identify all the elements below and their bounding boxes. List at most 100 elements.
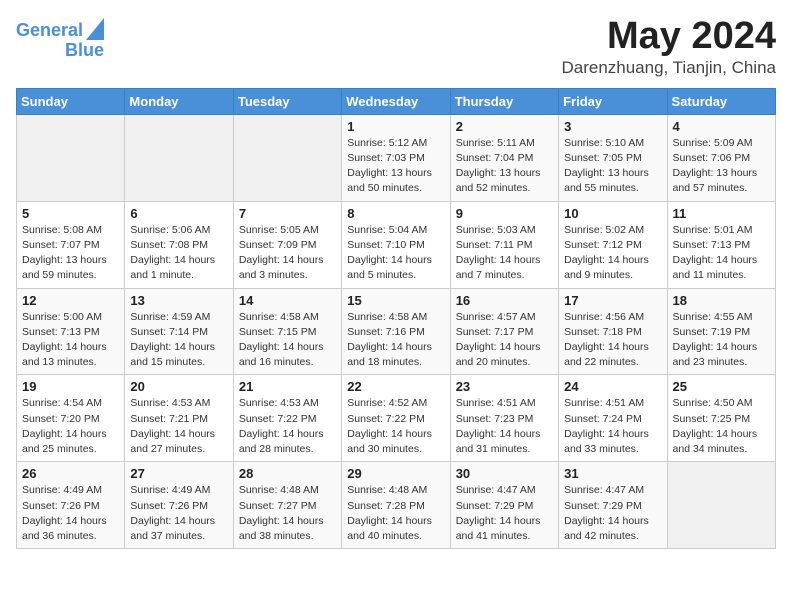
day-number: 16 — [456, 293, 553, 308]
day-number: 29 — [347, 466, 444, 481]
page-header: General Blue May 2024 Darenzhuang, Tianj… — [16, 16, 776, 78]
day-info: Sunrise: 5:01 AM Sunset: 7:13 PM Dayligh… — [673, 223, 770, 284]
day-info: Sunrise: 4:56 AM Sunset: 7:18 PM Dayligh… — [564, 310, 661, 371]
calendar-cell: 10Sunrise: 5:02 AM Sunset: 7:12 PM Dayli… — [559, 201, 667, 288]
calendar-cell: 6 Sunrise: 5:06 AM Sunset: 7:08 PM Daylig… — [125, 201, 233, 288]
calendar-cell: 11 Sunrise: 5:01 AM Sunset: 7:13 PM Dayli… — [667, 201, 775, 288]
weekday-header-sunday: Sunday — [17, 88, 125, 114]
day-info: Sunrise: 5:09 AM Sunset: 7:06 PM Dayligh… — [673, 136, 770, 197]
day-info: Sunrise: 5:00 AM Sunset: 7:13 PM Dayligh… — [22, 310, 119, 371]
calendar-cell: 15 Sunrise: 4:58 AM Sunset: 7:16 PM Dayli… — [342, 288, 450, 375]
calendar-week-5: 26Sunrise: 4:49 AM Sunset: 7:26 PM Dayli… — [17, 462, 776, 549]
day-number: 1 — [347, 119, 444, 134]
day-number: 14 — [239, 293, 336, 308]
day-number: 22 — [347, 379, 444, 394]
day-info: Sunrise: 4:51 AM Sunset: 7:23 PM Dayligh… — [456, 396, 553, 457]
calendar-cell: 30Sunrise: 4:47 AM Sunset: 7:29 PM Dayli… — [450, 462, 558, 549]
calendar-week-4: 19 Sunrise: 4:54 AM Sunset: 7:20 PM Dayli… — [17, 375, 776, 462]
weekday-header-tuesday: Tuesday — [233, 88, 341, 114]
day-info: Sunrise: 4:59 AM Sunset: 7:14 PM Dayligh… — [130, 310, 227, 371]
day-number: 7 — [239, 206, 336, 221]
day-info: Sunrise: 4:53 AM Sunset: 7:22 PM Dayligh… — [239, 396, 336, 457]
day-number: 2 — [456, 119, 553, 134]
calendar-cell: 26Sunrise: 4:49 AM Sunset: 7:26 PM Dayli… — [17, 462, 125, 549]
day-number: 17 — [564, 293, 661, 308]
day-number: 4 — [673, 119, 770, 134]
calendar-cell: 20Sunrise: 4:53 AM Sunset: 7:21 PM Dayli… — [125, 375, 233, 462]
calendar-cell: 12Sunrise: 5:00 AM Sunset: 7:13 PM Dayli… — [17, 288, 125, 375]
day-number: 9 — [456, 206, 553, 221]
calendar-cell: 25Sunrise: 4:50 AM Sunset: 7:25 PM Dayli… — [667, 375, 775, 462]
calendar-cell — [17, 114, 125, 201]
calendar-cell: 1Sunrise: 5:12 AM Sunset: 7:03 PM Daylig… — [342, 114, 450, 201]
day-number: 8 — [347, 206, 444, 221]
calendar-cell: 27Sunrise: 4:49 AM Sunset: 7:26 PM Dayli… — [125, 462, 233, 549]
day-number: 13 — [130, 293, 227, 308]
day-info: Sunrise: 4:58 AM Sunset: 7:15 PM Dayligh… — [239, 310, 336, 371]
day-number: 21 — [239, 379, 336, 394]
calendar-cell: 28 Sunrise: 4:48 AM Sunset: 7:27 PM Dayli… — [233, 462, 341, 549]
weekday-header-wednesday: Wednesday — [342, 88, 450, 114]
day-number: 26 — [22, 466, 119, 481]
day-number: 10 — [564, 206, 661, 221]
weekday-header-thursday: Thursday — [450, 88, 558, 114]
day-info: Sunrise: 5:08 AM Sunset: 7:07 PM Dayligh… — [22, 223, 119, 284]
day-info: Sunrise: 4:47 AM Sunset: 7:29 PM Dayligh… — [564, 483, 661, 544]
calendar-cell: 13 Sunrise: 4:59 AM Sunset: 7:14 PM Dayli… — [125, 288, 233, 375]
day-number: 18 — [673, 293, 770, 308]
day-info: Sunrise: 4:58 AM Sunset: 7:16 PM Dayligh… — [347, 310, 444, 371]
title-block: May 2024 Darenzhuang, Tianjin, China — [561, 16, 776, 78]
day-number: 15 — [347, 293, 444, 308]
calendar-cell: 16 Sunrise: 4:57 AM Sunset: 7:17 PM Dayli… — [450, 288, 558, 375]
calendar-week-1: 1Sunrise: 5:12 AM Sunset: 7:03 PM Daylig… — [17, 114, 776, 201]
day-info: Sunrise: 5:10 AM Sunset: 7:05 PM Dayligh… — [564, 136, 661, 197]
calendar-week-2: 5 Sunrise: 5:08 AM Sunset: 7:07 PM Daylig… — [17, 201, 776, 288]
day-info: Sunrise: 4:51 AM Sunset: 7:24 PM Dayligh… — [564, 396, 661, 457]
day-number: 30 — [456, 466, 553, 481]
day-number: 5 — [22, 206, 119, 221]
calendar-cell: 19 Sunrise: 4:54 AM Sunset: 7:20 PM Dayli… — [17, 375, 125, 462]
day-number: 27 — [130, 466, 227, 481]
day-info: Sunrise: 5:04 AM Sunset: 7:10 PM Dayligh… — [347, 223, 444, 284]
calendar-cell: 29 Sunrise: 4:48 AM Sunset: 7:28 PM Dayli… — [342, 462, 450, 549]
day-info: Sunrise: 5:06 AM Sunset: 7:08 PM Dayligh… — [130, 223, 227, 284]
weekday-header-row: SundayMondayTuesdayWednesdayThursdayFrid… — [17, 88, 776, 114]
calendar-cell: 21 Sunrise: 4:53 AM Sunset: 7:22 PM Dayli… — [233, 375, 341, 462]
month-title: May 2024 — [561, 16, 776, 58]
calendar-cell: 18 Sunrise: 4:55 AM Sunset: 7:19 PM Dayli… — [667, 288, 775, 375]
calendar-cell: 23 Sunrise: 4:51 AM Sunset: 7:23 PM Dayli… — [450, 375, 558, 462]
day-info: Sunrise: 4:52 AM Sunset: 7:22 PM Dayligh… — [347, 396, 444, 457]
day-number: 23 — [456, 379, 553, 394]
calendar-cell — [125, 114, 233, 201]
day-number: 19 — [22, 379, 119, 394]
day-info: Sunrise: 4:57 AM Sunset: 7:17 PM Dayligh… — [456, 310, 553, 371]
calendar-cell: 9 Sunrise: 5:03 AM Sunset: 7:11 PM Daylig… — [450, 201, 558, 288]
day-info: Sunrise: 5:11 AM Sunset: 7:04 PM Dayligh… — [456, 136, 553, 197]
calendar-cell: 31Sunrise: 4:47 AM Sunset: 7:29 PM Dayli… — [559, 462, 667, 549]
day-number: 3 — [564, 119, 661, 134]
logo-blue-text: Blue — [65, 41, 104, 61]
calendar-cell — [233, 114, 341, 201]
day-number: 25 — [673, 379, 770, 394]
day-info: Sunrise: 4:54 AM Sunset: 7:20 PM Dayligh… — [22, 396, 119, 457]
day-info: Sunrise: 4:55 AM Sunset: 7:19 PM Dayligh… — [673, 310, 770, 371]
day-number: 24 — [564, 379, 661, 394]
day-number: 6 — [130, 206, 227, 221]
day-info: Sunrise: 5:05 AM Sunset: 7:09 PM Dayligh… — [239, 223, 336, 284]
day-number: 28 — [239, 466, 336, 481]
logo: General Blue — [16, 16, 104, 61]
calendar-cell: 14 Sunrise: 4:58 AM Sunset: 7:15 PM Dayli… — [233, 288, 341, 375]
day-info: Sunrise: 4:48 AM Sunset: 7:27 PM Dayligh… — [239, 483, 336, 544]
calendar-table: SundayMondayTuesdayWednesdayThursdayFrid… — [16, 88, 776, 549]
calendar-cell: 22 Sunrise: 4:52 AM Sunset: 7:22 PM Dayli… — [342, 375, 450, 462]
calendar-cell: 24 Sunrise: 4:51 AM Sunset: 7:24 PM Dayli… — [559, 375, 667, 462]
logo-icon — [86, 18, 104, 40]
calendar-cell: 5 Sunrise: 5:08 AM Sunset: 7:07 PM Daylig… — [17, 201, 125, 288]
day-info: Sunrise: 4:48 AM Sunset: 7:28 PM Dayligh… — [347, 483, 444, 544]
day-info: Sunrise: 5:03 AM Sunset: 7:11 PM Dayligh… — [456, 223, 553, 284]
calendar-cell: 4 Sunrise: 5:09 AM Sunset: 7:06 PM Daylig… — [667, 114, 775, 201]
calendar-week-3: 12Sunrise: 5:00 AM Sunset: 7:13 PM Dayli… — [17, 288, 776, 375]
day-number: 20 — [130, 379, 227, 394]
day-number: 11 — [673, 206, 770, 221]
weekday-header-saturday: Saturday — [667, 88, 775, 114]
